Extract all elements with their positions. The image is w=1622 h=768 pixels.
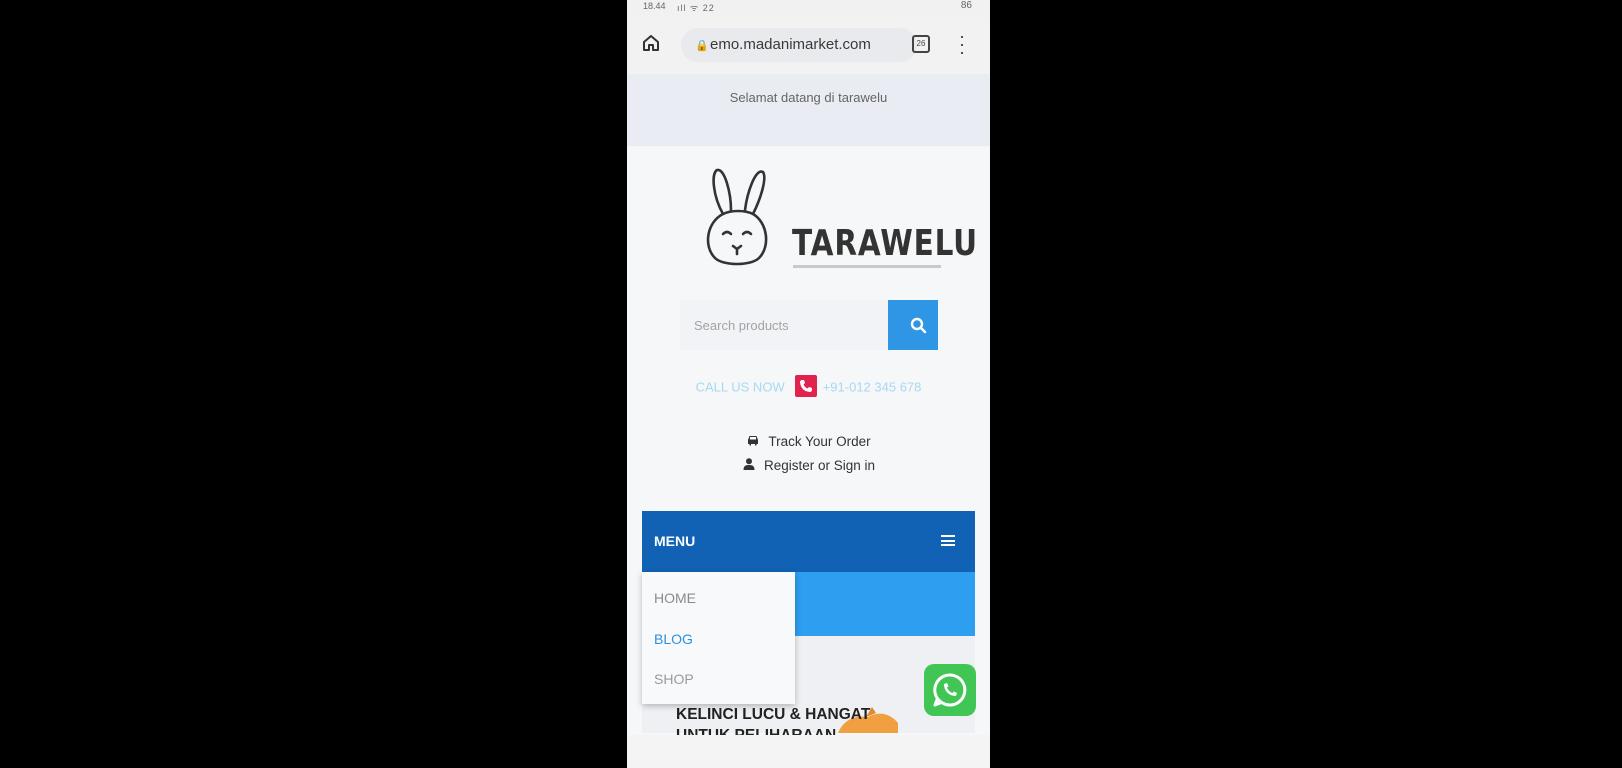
- status-bar: 18.44 ıll ᯤ 22 86: [627, 0, 990, 18]
- car-icon: [746, 434, 760, 446]
- signal-indicator: ıll ᯤ 22: [677, 3, 715, 13]
- more-options-icon[interactable]: · · ·: [957, 27, 967, 61]
- menu-item-blog[interactable]: BLOG: [654, 631, 693, 647]
- battery-indicator: 86: [960, 0, 972, 11]
- search-input[interactable]: [680, 300, 888, 350]
- whatsapp-button[interactable]: [924, 664, 976, 716]
- whatsapp-icon: [933, 673, 967, 707]
- banner-line-1: KELINCI LUCU & HANGAT: [676, 706, 871, 723]
- brand-tagline: [793, 265, 941, 268]
- call-number[interactable]: +91-012 345 678: [823, 379, 922, 394]
- menu-label: MENU: [654, 533, 696, 549]
- menu-dropdown: HOME BLOG SHOP: [642, 572, 795, 704]
- menu-item-shop[interactable]: SHOP: [654, 671, 694, 687]
- bottom-bar: [627, 735, 990, 768]
- address-bar[interactable]: 🔒 emo.madanimarket.com: [681, 28, 917, 62]
- browser-toolbar: 🔒 emo.madanimarket.com 26 · · ·: [627, 18, 990, 92]
- search-button[interactable]: [888, 300, 938, 350]
- call-us: CALL US NOW +91-012 345 678: [627, 375, 990, 399]
- register-signin-link[interactable]: Register or Sign in: [627, 458, 990, 473]
- menu-item-home[interactable]: HOME: [654, 590, 696, 606]
- track-order-label: Track Your Order: [768, 434, 871, 449]
- url-text: emo.madanimarket.com: [710, 36, 871, 53]
- menu-bar[interactable]: MENU: [642, 511, 975, 572]
- brand-name: TARAWELU: [792, 223, 978, 264]
- rabbit-logo-icon[interactable]: [697, 168, 777, 278]
- status-time: 18.44: [643, 1, 666, 11]
- home-icon[interactable]: [641, 33, 661, 53]
- search-icon: [910, 317, 927, 334]
- register-signin-label: Register or Sign in: [763, 458, 876, 473]
- tabs-count-button[interactable]: 26: [912, 35, 930, 53]
- phone-screen: 18.44 ıll ᯤ 22 86 🔒 emo.madanimarket.com…: [627, 0, 990, 768]
- user-icon: [742, 458, 756, 471]
- phone-icon: [794, 375, 817, 397]
- call-label: CALL US NOW: [695, 379, 785, 395]
- welcome-banner: Selamat datang di tarawelu: [627, 74, 990, 146]
- hamburger-icon[interactable]: [941, 535, 955, 546]
- welcome-text: Selamat datang di tarawelu: [729, 90, 888, 105]
- track-order-link[interactable]: Track Your Order: [627, 434, 990, 449]
- lock-icon: 🔒: [695, 40, 709, 52]
- search-form: [680, 300, 938, 350]
